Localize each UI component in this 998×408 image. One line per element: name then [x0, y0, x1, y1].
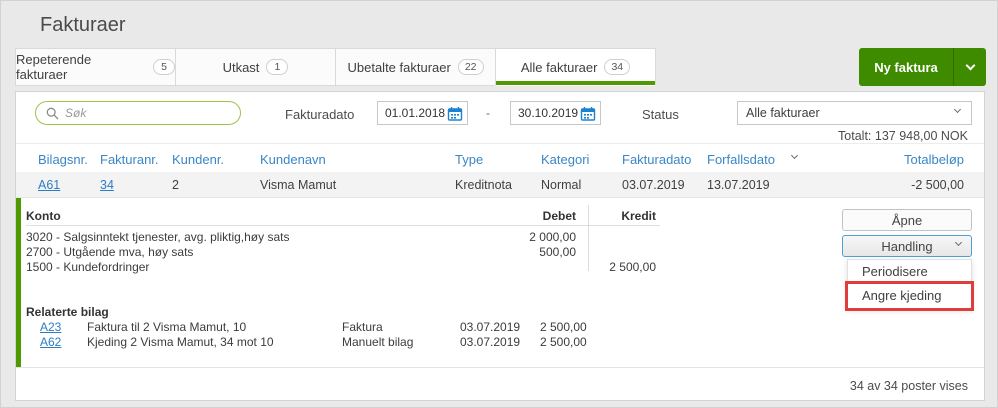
tab-repeterende-fakturaer[interactable]: Repeterende fakturaer 5	[15, 48, 176, 86]
status-select-value: Alle fakturaer	[746, 106, 820, 120]
chevron-down-icon	[953, 105, 962, 114]
tab-utkast[interactable]: Utkast 1	[175, 48, 336, 86]
account-name: 2700 - Utgående mva, høy sats	[26, 245, 194, 259]
date-to-value: 30.10.2019	[518, 106, 579, 120]
related-doc-description: Kjeding 2 Visma Mamut, 34 mot 10	[87, 335, 274, 349]
fakturanr-link[interactable]: 34	[100, 178, 114, 192]
chevron-down-icon	[965, 60, 975, 70]
header-type[interactable]: Type	[455, 152, 483, 167]
header-kategori[interactable]: Kategori	[541, 152, 589, 167]
search-icon	[46, 107, 59, 119]
header-totalbelop[interactable]: Totalbeløp	[904, 152, 964, 167]
related-doc-date: 03.07.2019	[460, 335, 521, 349]
tab-label: Utkast	[222, 59, 260, 75]
total-amount: Totalt: 137 948,00 NOK	[838, 129, 968, 143]
cell-totalbelop: -2 500,00	[911, 178, 964, 192]
kredit-header: Kredit	[621, 209, 656, 223]
tab-count-badge: 34	[604, 58, 631, 76]
related-doc-type: Faktura	[342, 320, 383, 334]
new-invoice-dropdown-toggle[interactable]	[953, 48, 986, 86]
date-range-separator: -	[486, 106, 490, 120]
action-dropdown-button[interactable]: Handling	[842, 235, 972, 257]
related-documents-header: Relaterte bilag	[26, 305, 109, 319]
konto-header: Konto	[26, 209, 61, 223]
header-fakturadato[interactable]: Fakturadato	[622, 152, 691, 167]
account-name: 3020 - Salgsinntekt tjenester, avg. plik…	[26, 230, 290, 244]
page-title: Fakturaer	[40, 14, 126, 36]
sort-chevron-icon[interactable]	[790, 151, 799, 160]
related-doc-description: Faktura til 2 Visma Mamut, 10	[87, 320, 247, 334]
record-count: 34 av 34 poster vises	[849, 379, 968, 393]
tab-alle-fakturaer[interactable]: Alle fakturaer 34	[495, 48, 656, 86]
status-select[interactable]: Alle fakturaer	[737, 101, 972, 125]
cell-forfallsdato: 13.07.2019	[707, 178, 770, 192]
header-forfallsdato[interactable]: Forfallsdato	[707, 152, 775, 167]
invoices-screen: { "page": { "title": "Fakturaer" }, "tab…	[0, 0, 998, 408]
new-invoice-label[interactable]: Ny faktura	[859, 48, 953, 86]
konto-header-divider	[26, 225, 660, 226]
related-doc-amount: 2 500,00	[540, 320, 587, 334]
invoice-date-label: Fakturadato	[285, 107, 355, 122]
invoice-row[interactable]: A61 34 2 Visma Mamut Kreditnota Normal 0…	[16, 172, 984, 198]
account-kredit: 2 500,00	[609, 260, 656, 274]
header-kundenr[interactable]: Kundenr.	[172, 152, 224, 167]
calendar-icon[interactable]	[447, 106, 463, 122]
cell-type: Kreditnota	[455, 178, 512, 192]
new-invoice-button[interactable]: Ny faktura	[859, 48, 986, 86]
tab-ubetalte-fakturaer[interactable]: Ubetalte fakturaer 22	[335, 48, 496, 86]
related-doc-date: 03.07.2019	[460, 320, 521, 334]
header-kundenavn[interactable]: Kundenavn	[260, 152, 326, 167]
cell-kundenavn: Visma Mamut	[260, 178, 337, 192]
menu-item-periodisere[interactable]: Periodisere	[848, 260, 971, 284]
account-name: 1500 - Kundefordringer	[26, 260, 150, 274]
tab-count-badge: 1	[266, 58, 289, 76]
cell-fakturadato: 03.07.2019	[622, 178, 685, 192]
tab-label: Alle fakturaer	[520, 59, 598, 75]
action-menu: Periodisere Angre kjeding	[845, 259, 974, 311]
header-fakturanr[interactable]: Fakturanr.	[100, 152, 159, 167]
table-footer: 34 av 34 poster vises	[16, 367, 984, 402]
related-doc-link[interactable]: A23	[40, 320, 61, 334]
date-from-value: 01.01.2018	[385, 106, 446, 120]
calendar-icon[interactable]	[580, 106, 596, 122]
related-doc-amount: 2 500,00	[540, 335, 587, 349]
tab-count-badge: 22	[457, 58, 484, 76]
status-label: Status	[642, 107, 679, 122]
tab-label: Ubetalte fakturaer	[347, 59, 451, 75]
cell-kundenr: 2	[172, 178, 179, 192]
menu-item-angre-kjeding[interactable]: Angre kjeding	[845, 281, 974, 311]
date-to-input[interactable]: 30.10.2019	[510, 101, 601, 125]
header-bilagsnr[interactable]: Bilagsnr.	[38, 152, 88, 167]
cell-kategori: Normal	[541, 178, 582, 192]
open-button[interactable]: Åpne	[842, 209, 972, 231]
related-doc-link[interactable]: A62	[40, 335, 61, 349]
bilagsnr-link[interactable]: A61	[38, 178, 60, 192]
tab-bar: Repeterende fakturaer 5 Utkast 1 Ubetalt…	[15, 48, 656, 86]
tab-count-badge: 5	[153, 58, 175, 76]
chevron-down-icon	[954, 238, 963, 247]
search-input[interactable]: Søk	[35, 101, 241, 125]
table-header-row: Bilagsnr. Fakturanr. Kundenr. Kundenavn …	[16, 144, 984, 172]
invoice-detail: Konto Debet Kredit 3020 - Salgsinntekt t…	[16, 198, 984, 367]
account-debet: 2 000,00	[529, 230, 576, 244]
related-doc-type: Manuelt bilag	[342, 335, 414, 349]
invoice-panel: Søk Fakturadato 01.01.2018 - 30.10.2019	[15, 91, 985, 401]
tab-label: Repeterende fakturaer	[16, 52, 92, 82]
account-debet: 500,00	[539, 245, 576, 259]
date-from-input[interactable]: 01.01.2018	[377, 101, 468, 125]
search-placeholder: Søk	[65, 106, 87, 120]
